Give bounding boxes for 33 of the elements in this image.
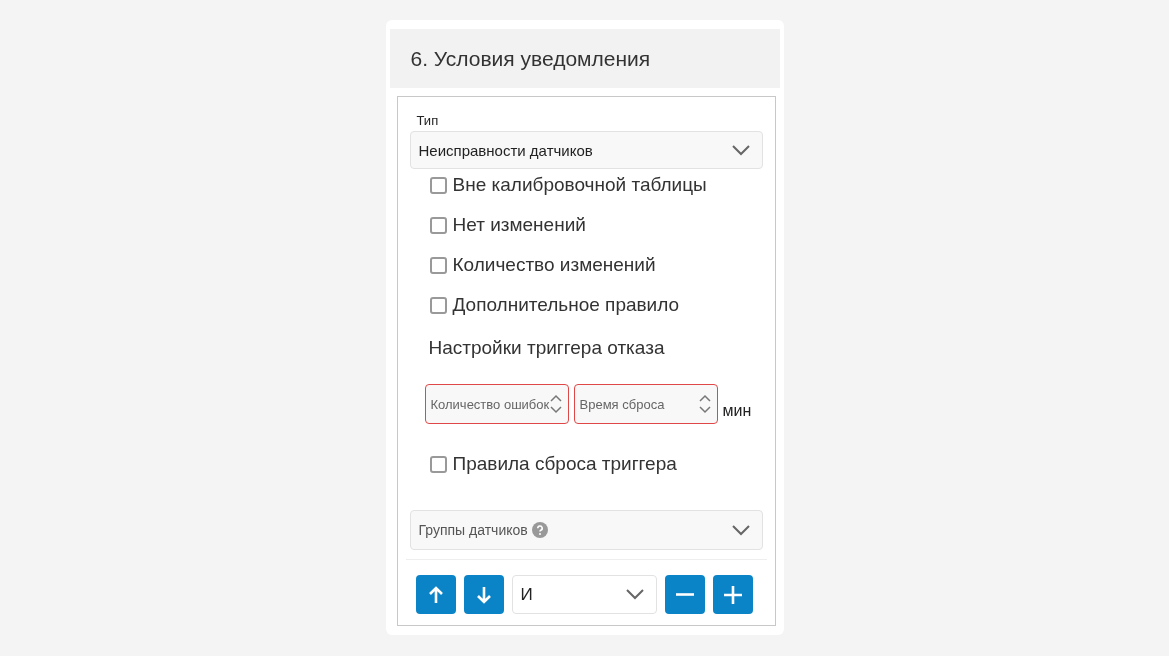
- groups-dropdown[interactable]: Группы датчиков: [409, 510, 763, 550]
- checkbox[interactable]: [429, 296, 447, 314]
- type-dropdown[interactable]: Неисправности датчиков: [409, 131, 763, 169]
- chevron-down-icon: [731, 144, 750, 156]
- number-field[interactable]: Количество ошибок: [424, 384, 569, 424]
- move-down-button[interactable]: [463, 575, 504, 614]
- checkbox[interactable]: [429, 176, 447, 194]
- section-heading: Настройки триггера отказа: [428, 337, 665, 359]
- checkbox[interactable]: [429, 216, 447, 234]
- checkbox[interactable]: [429, 256, 447, 274]
- arrow-up-icon: [427, 585, 444, 604]
- checkbox[interactable]: [429, 455, 447, 473]
- remove-button[interactable]: [664, 575, 705, 614]
- checkbox-label: Количество изменений: [452, 254, 656, 276]
- move-up-button[interactable]: [415, 575, 456, 614]
- add-button[interactable]: [712, 575, 753, 614]
- help-icon: [531, 522, 548, 538]
- chevron-down-icon: [625, 589, 644, 600]
- unit-label: мин: [722, 402, 752, 420]
- operator-dropdown[interactable]: И: [511, 575, 657, 614]
- minus-icon: [675, 593, 694, 596]
- checkbox-label: Нет изменений: [452, 214, 586, 236]
- checkbox-label: Вне калибровочной таблицы: [452, 174, 707, 196]
- checkbox-label: Правила сброса триггера: [452, 453, 677, 475]
- chevron-down-icon: [731, 524, 750, 536]
- number-field[interactable]: Время сброса: [573, 384, 718, 424]
- spinner-icon: [698, 394, 711, 414]
- plus-icon: [723, 585, 742, 604]
- field-label: Тип: [416, 113, 439, 128]
- section-header: 6. Условия уведомления: [389, 29, 780, 88]
- spinner-icon: [549, 394, 562, 414]
- checkbox-label: Дополнительное правило: [452, 294, 680, 316]
- arrow-down-icon: [475, 585, 492, 604]
